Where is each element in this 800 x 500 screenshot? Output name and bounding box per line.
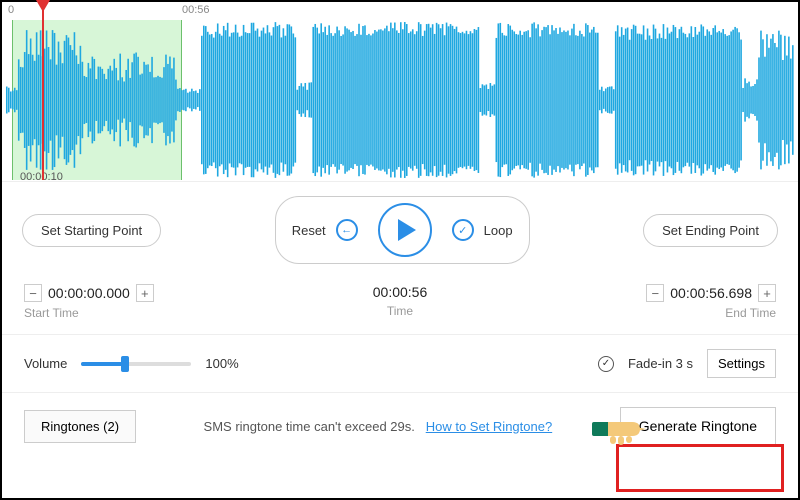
- playhead[interactable]: [42, 2, 44, 180]
- set-ending-point-button[interactable]: Set Ending Point: [643, 214, 778, 247]
- loop-label[interactable]: Loop: [484, 223, 513, 238]
- ringtones-button[interactable]: Ringtones (2): [24, 410, 136, 443]
- volume-label: Volume: [24, 356, 67, 371]
- time-ruler: 0 00:56: [2, 2, 798, 20]
- volume-control: Volume 100%: [24, 356, 239, 371]
- ruler-mark: 00:56: [182, 4, 210, 16]
- options-row: Volume 100% ✓ Fade-in 3 s Settings: [2, 335, 798, 393]
- settings-button[interactable]: Settings: [707, 349, 776, 378]
- right-options: ✓ Fade-in 3 s Settings: [598, 349, 776, 378]
- start-time-label: Start Time: [24, 306, 154, 320]
- play-icon: [398, 219, 416, 241]
- center-controls: Reset ← ✓ Loop: [275, 196, 530, 264]
- end-increment-button[interactable]: +: [758, 284, 776, 302]
- set-starting-point-button[interactable]: Set Starting Point: [22, 214, 161, 247]
- hint-text: SMS ringtone time can't exceed 29s. How …: [204, 419, 553, 434]
- checkmark-icon[interactable]: ✓: [598, 356, 614, 372]
- total-time-label: Time: [373, 304, 428, 318]
- waveform-area[interactable]: 0 00:56 00:00:10: [2, 2, 798, 182]
- end-time-block: − 00:00:56.698 + End Time: [646, 284, 776, 320]
- volume-slider[interactable]: [81, 362, 191, 366]
- total-time-value: 00:00:56: [373, 284, 428, 300]
- transport-bar: Set Starting Point Reset ← ✓ Loop Set En…: [2, 182, 798, 274]
- start-decrement-button[interactable]: −: [24, 284, 42, 302]
- reset-loop-group: Reset ← ✓ Loop: [275, 196, 530, 264]
- generate-ringtone-button[interactable]: Generate Ringtone: [620, 407, 776, 445]
- start-increment-button[interactable]: +: [136, 284, 154, 302]
- bottom-row: Ringtones (2) SMS ringtone time can't ex…: [2, 393, 798, 459]
- slider-fill: [81, 362, 125, 366]
- volume-percent: 100%: [205, 356, 238, 371]
- hint-message: SMS ringtone time can't exceed 29s.: [204, 419, 415, 434]
- slider-thumb[interactable]: [121, 356, 129, 372]
- play-button[interactable]: [378, 203, 432, 257]
- back-arrow-icon[interactable]: ←: [336, 219, 358, 241]
- how-to-link[interactable]: How to Set Ringtone?: [426, 419, 552, 434]
- end-time-value: 00:00:56.698: [670, 285, 752, 301]
- end-time-label: End Time: [646, 306, 776, 320]
- start-time-block: − 00:00:00.000 + Start Time: [24, 284, 154, 320]
- ruler-mark-start: 0: [8, 4, 14, 16]
- check-icon[interactable]: ✓: [452, 219, 474, 241]
- fade-in-label[interactable]: Fade-in 3 s: [628, 356, 693, 371]
- end-decrement-button[interactable]: −: [646, 284, 664, 302]
- time-row: − 00:00:00.000 + Start Time 00:00:56 Tim…: [2, 274, 798, 335]
- reset-label[interactable]: Reset: [292, 223, 326, 238]
- total-time-block: 00:00:56 Time: [373, 284, 428, 320]
- start-time-value: 00:00:00.000: [48, 285, 130, 301]
- waveform: [2, 20, 798, 180]
